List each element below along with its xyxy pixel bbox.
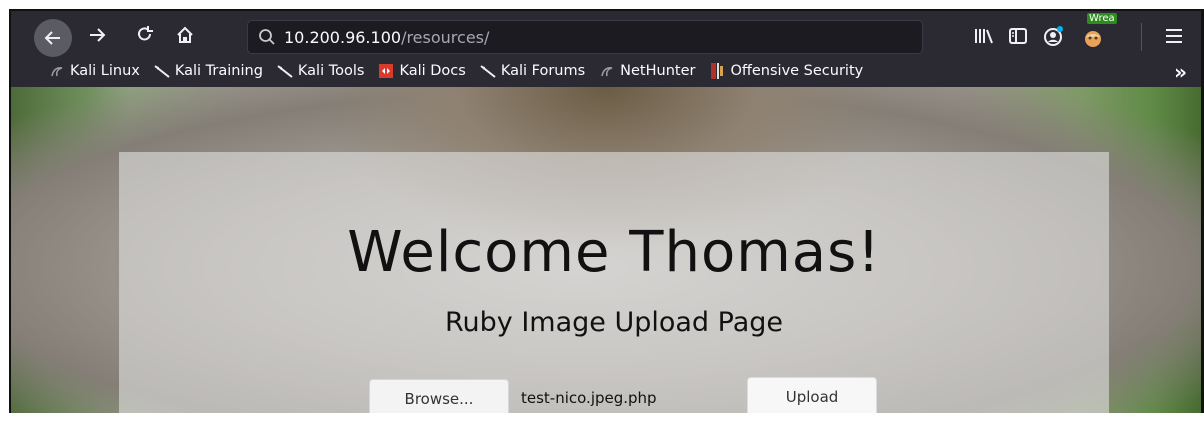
extension-badge: Wrea [1087,13,1117,24]
bookmark-nethunter[interactable]: NetHunter [599,63,695,79]
page-content: Welcome Thomas! Ruby Image Upload Page B… [11,87,1201,413]
double-chevron-right-icon: » [1174,60,1187,84]
bookmark-label: Kali Docs [399,63,466,79]
bookmarks-toolbar: Kali Linux Kali Training Kali Tools Kali… [11,56,1201,86]
sidebar-icon [1009,28,1027,44]
toolbar-separator [1141,23,1142,51]
kali-dragon-icon [49,63,65,79]
bookmark-kali-linux[interactable]: Kali Linux [49,63,140,79]
library-icon [975,29,993,44]
bookmark-offensive-security[interactable]: Offensive Security [709,63,863,79]
kali-dragon-icon [599,63,615,79]
bookmark-kali-docs[interactable]: Kali Docs [378,63,466,79]
upload-panel: Welcome Thomas! Ruby Image Upload Page B… [119,152,1109,413]
page-subtitle: Ruby Image Upload Page [444,307,784,338]
browser-navbar: 10.200.96.100/resources/ Wrea Kali Linux… [11,11,1201,87]
url-path: /resources/ [401,27,490,47]
bookmark-label: Kali Forums [500,63,586,79]
upload-button[interactable]: Upload [747,377,877,413]
kali-blade-icon [277,63,293,79]
kali-blade-icon [480,63,496,79]
browse-button[interactable]: Browse... [369,379,509,413]
browser-toolbar: 10.200.96.100/resources/ Wrea [11,11,1201,57]
search-icon [259,29,275,45]
arrow-right-icon [90,28,106,42]
bookmark-label: Kali Tools [297,63,365,79]
reload-icon [138,26,153,41]
forward-button[interactable] [81,19,113,51]
browser-window: 10.200.96.100/resources/ Wrea Kali Linux… [9,9,1201,413]
url-bar[interactable]: 10.200.96.100/resources/ [247,20,923,54]
sidebar-button[interactable] [1003,21,1033,51]
bookmark-label: Offensive Security [730,63,864,79]
selected-filename: test-nico.jpeg.php [521,389,657,407]
bookmark-kali-training[interactable]: Kali Training [154,63,263,79]
offsec-icon [709,63,725,79]
extension-button[interactable]: Wrea [1079,13,1117,51]
arrow-left-icon [44,31,60,45]
bookmark-label: Kali Training [174,63,263,79]
bookmark-kali-forums[interactable]: Kali Forums [480,63,585,79]
page-title: Welcome Thomas! [347,220,881,285]
url-host: 10.200.96.100 [284,27,402,47]
bookmark-label: Kali Linux [70,63,140,79]
bookmarks-overflow-button[interactable]: » [1174,60,1187,84]
account-icon [1044,26,1063,46]
hamburger-icon [1166,29,1182,43]
library-button[interactable] [969,21,999,51]
home-button[interactable] [169,19,201,51]
reload-button[interactable] [129,19,161,51]
kali-blade-icon [154,63,170,79]
bookmark-kali-tools[interactable]: Kali Tools [277,63,365,79]
url-text: 10.200.96.100/resources/ [284,28,489,47]
menu-button[interactable] [1159,21,1189,51]
account-button[interactable] [1039,21,1069,51]
bookmark-label: NetHunter [620,63,696,79]
extension-icon [1085,31,1101,47]
back-button[interactable] [34,19,72,57]
kali-docs-icon [378,63,394,79]
home-icon [177,26,193,43]
